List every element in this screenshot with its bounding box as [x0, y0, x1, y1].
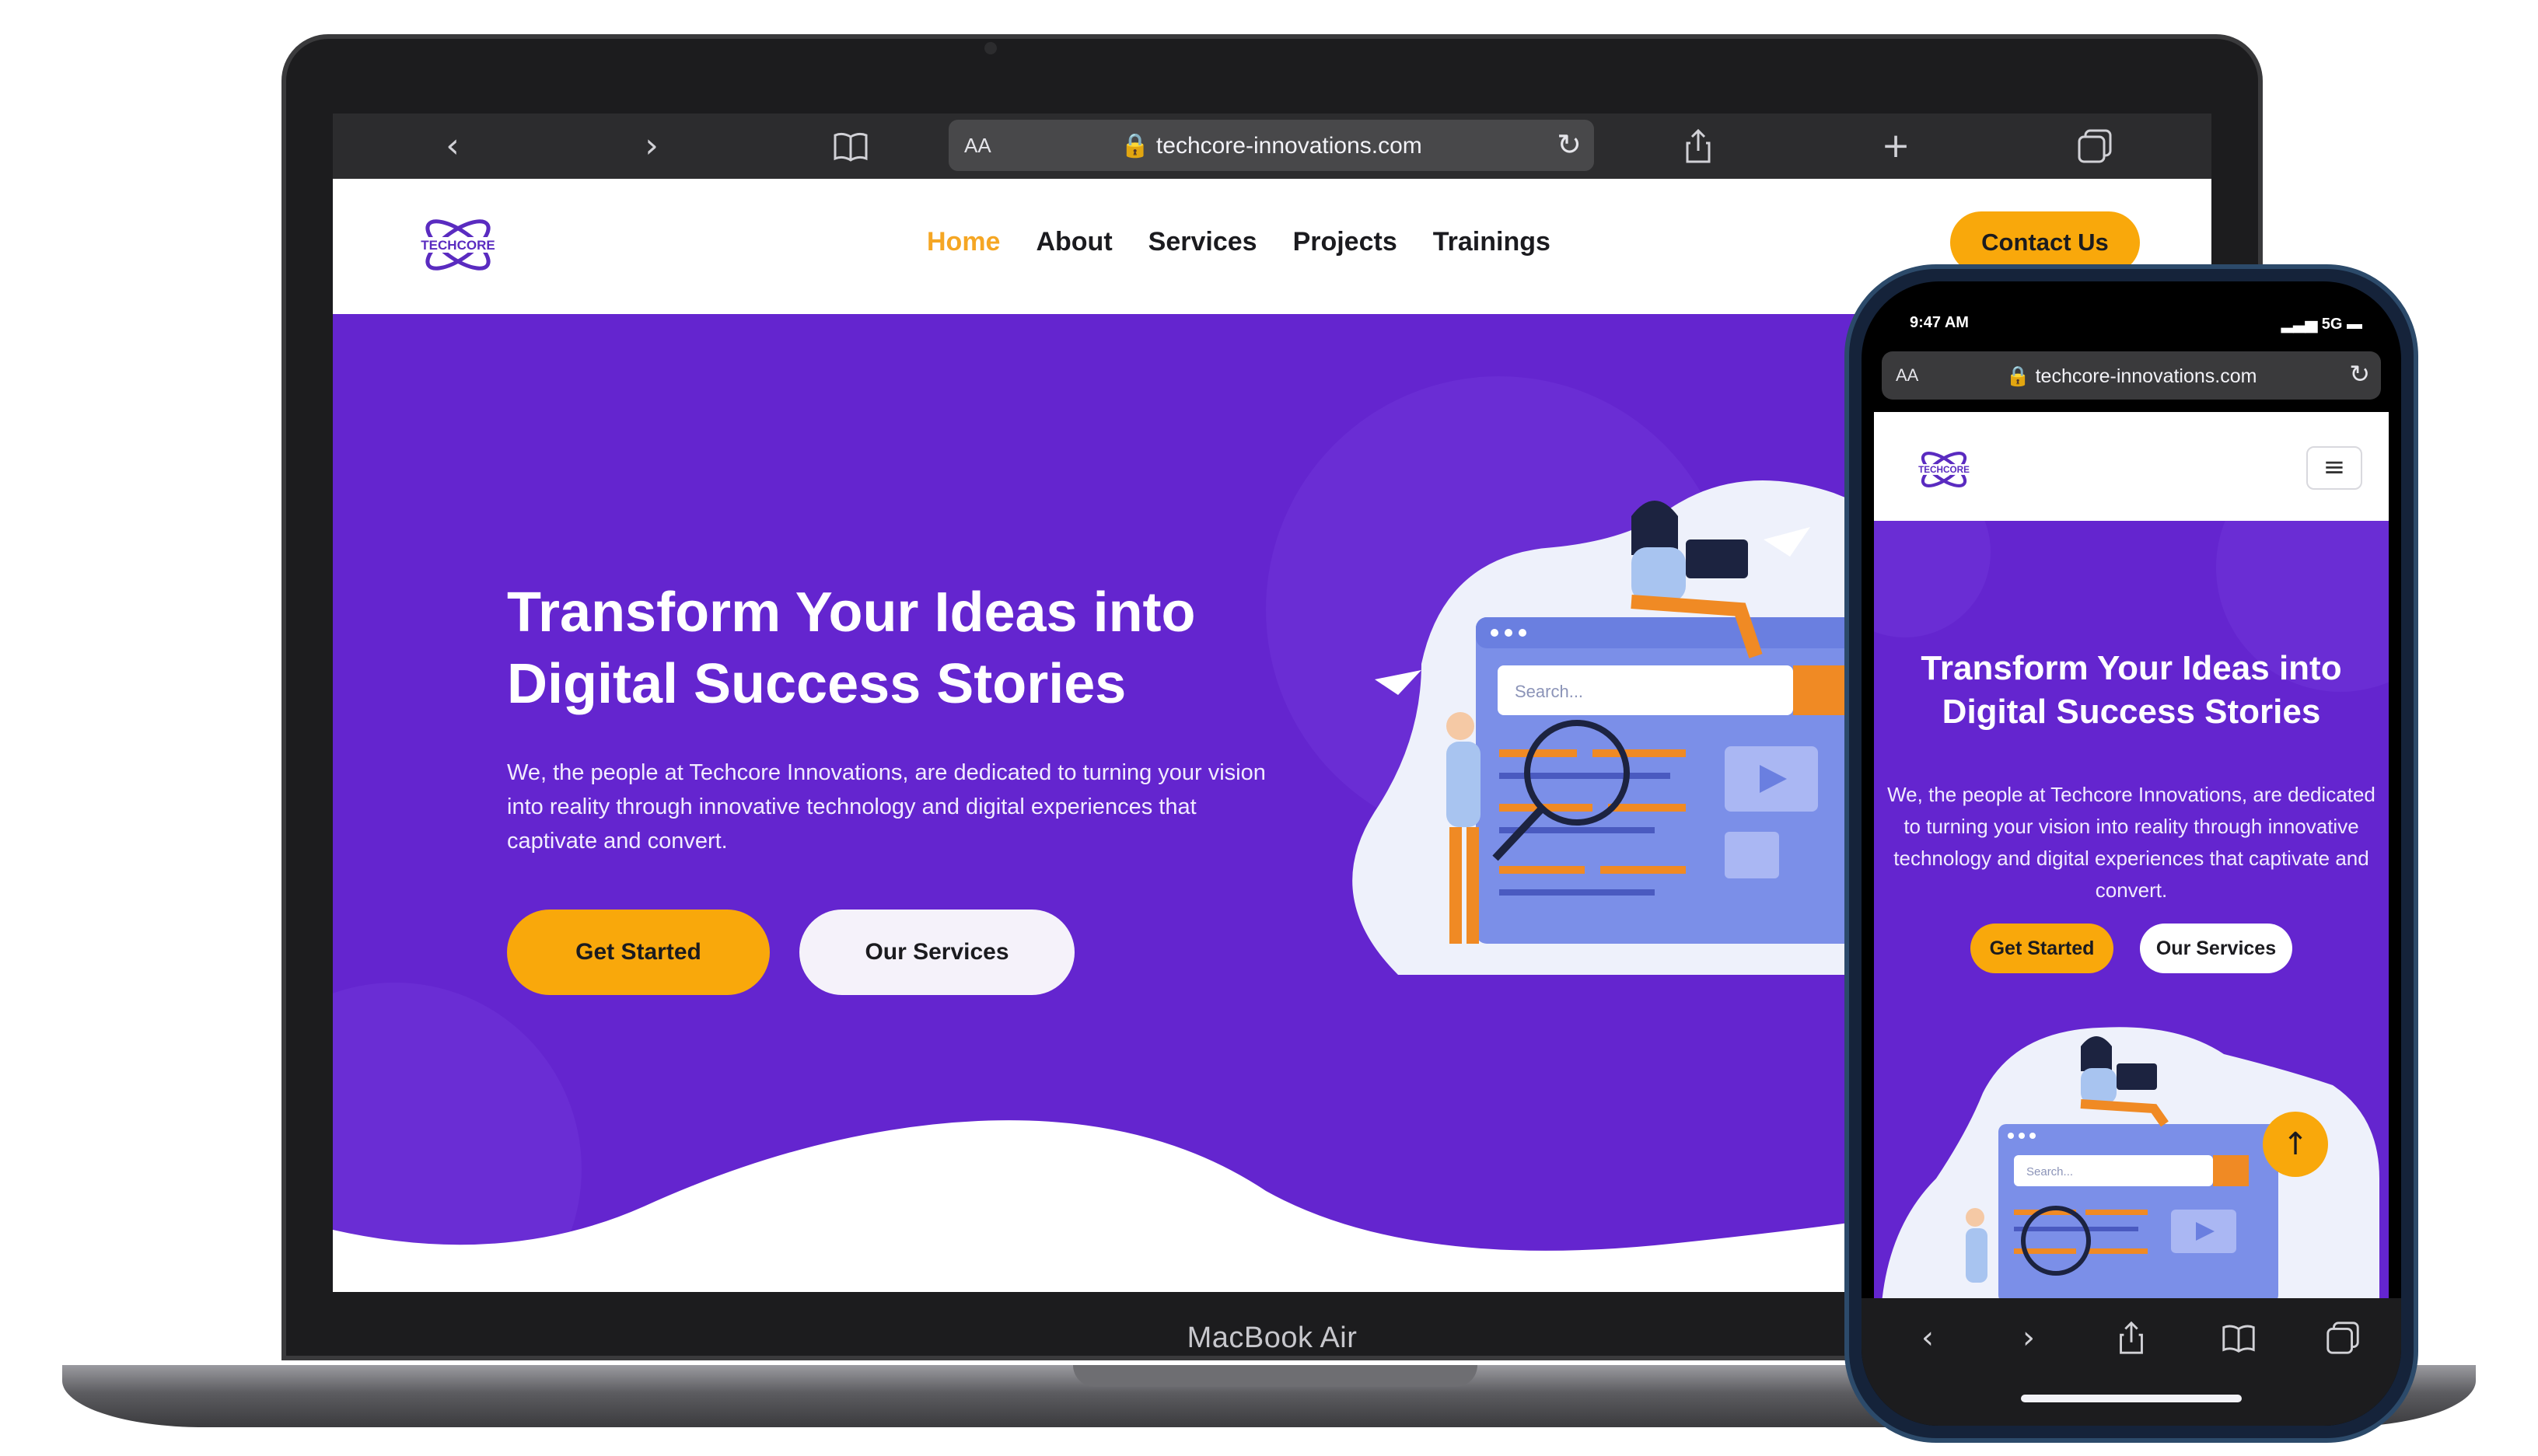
browser-toolbar: ‹ › AA 🔒 techcore-innovations.com ↻ + [333, 113, 2211, 179]
nav-projects[interactable]: Projects [1293, 227, 1397, 257]
phone-notch [1994, 281, 2269, 330]
new-tab-icon[interactable]: + [1876, 126, 1916, 166]
scroll-to-top-button[interactable]: ↑ [2263, 1112, 2328, 1177]
share-icon[interactable] [1678, 126, 1718, 166]
illustration-search-placeholder: Search... [1515, 682, 1583, 701]
forward-icon[interactable]: › [631, 126, 672, 166]
phone-address-bar[interactable]: AA 🔒 techcore-innovations.com ↻ [1882, 351, 2381, 400]
phone-hero-section: Transform Your Ideas into Digital Succes… [1874, 521, 2389, 1298]
phone-back-icon[interactable]: ‹ [1908, 1318, 1947, 1357]
techcore-logo[interactable]: TECHCORE [415, 202, 501, 288]
get-started-button[interactable]: Get Started [507, 910, 770, 995]
nav-trainings[interactable]: Trainings [1433, 227, 1550, 257]
phone-get-started-button[interactable]: Get Started [1970, 924, 2113, 973]
hero-title-line-2: Digital Success Stories [507, 653, 1127, 715]
phone-reload-icon[interactable]: ↻ [2349, 359, 2370, 389]
signal-icon: ▂▃▅ [2281, 316, 2318, 333]
status-network: 5G [2321, 316, 2343, 333]
svg-text:TECHCORE: TECHCORE [1918, 465, 1970, 475]
hero-title-line-1: Transform Your Ideas into [507, 581, 1196, 644]
hero-title: Transform Your Ideas into Digital Succes… [507, 577, 1285, 720]
phone-bookmarks-icon[interactable] [2219, 1318, 2258, 1357]
svg-text:TECHCORE: TECHCORE [421, 238, 495, 253]
device-mockup-scene: ‹ › AA 🔒 techcore-innovations.com ↻ + TE… [0, 0, 2538, 1456]
phone-forward-icon[interactable]: › [2009, 1318, 2048, 1357]
status-time: 9:47 AM [1910, 314, 1969, 331]
phone-hero-description: We, the people at Techcore Innovations, … [1887, 783, 2375, 902]
primary-nav: Home About Services Projects Trainings [927, 227, 1550, 257]
nav-services[interactable]: Services [1148, 227, 1257, 257]
tabs-icon[interactable] [2075, 126, 2115, 166]
phone-techcore-logo[interactable]: TECHCORE [1914, 440, 1973, 499]
status-network-group: ▂▃▅ 5G ▬ [2281, 314, 2362, 333]
phone-url-text: 🔒 techcore-innovations.com [2005, 365, 2257, 387]
phone-tabs-icon[interactable] [2323, 1318, 2362, 1357]
hamburger-menu-icon[interactable]: ≡ [2306, 446, 2362, 490]
phone-share-icon[interactable] [2112, 1318, 2151, 1357]
battery-icon: ▬ [2346, 316, 2362, 333]
phone-browser-toolbar: ‹ › [1862, 1298, 2401, 1426]
bookmarks-icon[interactable] [830, 126, 871, 166]
reload-icon[interactable]: ↻ [1557, 127, 1582, 162]
nav-home[interactable]: Home [927, 227, 1000, 257]
nav-about[interactable]: About [1036, 227, 1112, 257]
url-text: 🔒 techcore-innovations.com [1120, 133, 1422, 159]
laptop-model-label: MacBook Air [1187, 1322, 1358, 1354]
address-bar[interactable]: AA 🔒 techcore-innovations.com ↻ [949, 120, 1594, 171]
phone-site-header: TECHCORE ≡ [1874, 412, 2389, 521]
laptop-hinge-notch [1073, 1365, 1477, 1387]
laptop-camera [984, 42, 997, 54]
hero-description: We, the people at Techcore Innovations, … [507, 760, 1266, 854]
phone-illustration-search-placeholder: Search... [2026, 1165, 2073, 1178]
phone-hero-title: Transform Your Ideas into Digital Succes… [1921, 649, 2342, 731]
phone-our-services-button[interactable]: Our Services [2140, 924, 2292, 973]
back-icon[interactable]: ‹ [432, 126, 473, 166]
phone-screen: 9:47 AM ▂▃▅ 5G ▬ AA 🔒 techcore-innovatio… [1862, 281, 2401, 1426]
home-indicator[interactable] [2021, 1395, 2242, 1402]
our-services-button[interactable]: Our Services [799, 910, 1075, 995]
